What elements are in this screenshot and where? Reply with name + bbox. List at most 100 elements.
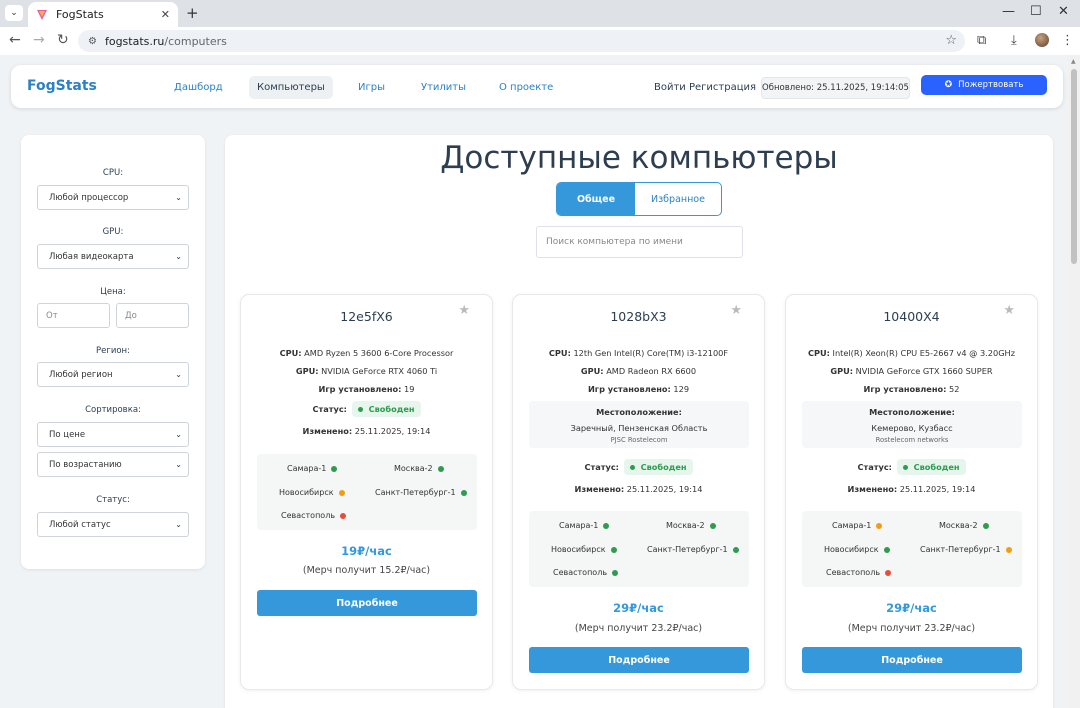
server-name: Санкт-Петербург-1 <box>647 545 728 554</box>
nav-dashboard[interactable]: Дашборд <box>166 76 231 99</box>
server-item: Санкт-Петербург-1 <box>647 545 739 554</box>
location-value: Заречный, Пензенская Область <box>570 423 708 433</box>
region-select[interactable]: Любой регион ⌄ <box>37 362 189 387</box>
forward-icon[interactable]: → <box>33 32 45 48</box>
page-viewport: FogStats Дашборд Компьютеры Игры Утилиты… <box>0 55 1068 708</box>
scrollbar-thumb[interactable] <box>1071 69 1077 264</box>
status-value: Свободен <box>913 462 960 472</box>
tab-search-icon[interactable]: ⌄ <box>5 5 23 21</box>
maximize-icon[interactable]: ☐ <box>1030 4 1042 19</box>
server-name: Москва-2 <box>394 464 433 473</box>
server-name: Санкт-Петербург-1 <box>375 488 456 497</box>
status-line: Статус: Свободен <box>786 459 1037 475</box>
price-from-input[interactable]: От <box>37 303 110 328</box>
status-label: Статус: <box>312 404 347 414</box>
chevron-down-icon: ⌄ <box>175 252 182 261</box>
server-name: Санкт-Петербург-1 <box>920 545 1001 554</box>
gpu-value: NVIDIA GeForce GTX 1660 SUPER <box>855 366 993 376</box>
window-close-icon[interactable]: ✕ <box>1058 4 1069 19</box>
price-to-input[interactable]: До <box>116 303 189 328</box>
sort-by-select[interactable]: По цене ⌄ <box>37 422 189 447</box>
details-button[interactable]: Подробнее <box>529 647 749 673</box>
gpu-label: GPU: <box>295 366 319 376</box>
status-dot-icon <box>902 465 908 470</box>
server-item: Самара-1 <box>559 521 610 530</box>
page-scrollbar[interactable]: ▲ <box>1068 55 1080 708</box>
gpu-line: GPU: AMD Radeon RX 6600 <box>513 366 764 376</box>
region-select-value: Любой регион <box>49 369 113 380</box>
gpu-line: GPU: NVIDIA GeForce RTX 4060 Ti <box>241 366 492 376</box>
nav-about[interactable]: О проекте <box>491 76 561 99</box>
computer-card: ★ 12e5fX6 CPU: AMD Ryzen 5 3600 6-Core P… <box>240 294 493 690</box>
gpu-label: GPU: <box>830 366 854 376</box>
status-line: Статус: Свободен <box>241 401 492 417</box>
cpu-label: CPU: <box>548 348 571 358</box>
nav-utilities[interactable]: Утилиты <box>413 76 474 99</box>
nav-computers[interactable]: Компьютеры <box>249 76 333 99</box>
server-name: Севастополь <box>826 568 881 577</box>
status-value: Свободен <box>640 462 687 472</box>
download-icon[interactable]: ⤓ <box>1011 33 1017 48</box>
server-item: Самара-1 <box>287 464 338 473</box>
extensions-icon[interactable]: ⧉ <box>977 33 986 48</box>
address-bar[interactable]: ⚙ fogstats.ru/computers ☆ <box>78 30 965 52</box>
details-button[interactable]: Подробнее <box>802 647 1022 673</box>
gpu-filter-label: GPU: <box>102 227 124 237</box>
location-isp: PJSC Rostelecom <box>610 436 668 444</box>
tab-close-icon[interactable]: ✕ <box>161 8 170 21</box>
server-status-dot-icon <box>709 522 716 529</box>
sort-order-select[interactable]: По возрастанию ⌄ <box>37 452 189 477</box>
server-item: Новосибирск <box>279 488 345 497</box>
site-logo[interactable]: FogStats <box>27 78 97 94</box>
computer-name: 12e5fX6 <box>340 309 393 324</box>
chevron-down-icon: ⌄ <box>175 193 182 202</box>
location-value: Кемерово, Кузбасс <box>871 423 953 433</box>
gpu-value: AMD Radeon RX 6600 <box>606 366 697 376</box>
changed-label: Изменено: <box>302 426 353 436</box>
tab-title: FogStats <box>56 8 104 21</box>
register-link[interactable]: Регистрация <box>689 82 756 93</box>
login-link[interactable]: Войти <box>654 82 686 93</box>
server-status-dot-icon <box>876 522 883 529</box>
server-name: Самара-1 <box>559 521 599 530</box>
status-badge: Свободен <box>351 401 421 417</box>
games-label: Игр установлено: <box>587 384 671 394</box>
profile-avatar[interactable] <box>1035 33 1049 47</box>
merch-share: (Мерч получит 23.2₽/час) <box>574 623 703 634</box>
filters-sidebar: CPU: Любой процессор ⌄ GPU: Любая видеока… <box>21 135 205 569</box>
browser-tab[interactable]: FogStats ✕ <box>28 2 178 27</box>
server-status-list: Самара-1 Москва-2 Новосибирск Санкт-Пете… <box>802 511 1022 587</box>
minimize-icon[interactable]: — <box>1002 4 1015 19</box>
gpu-select[interactable]: Любая видеокарта ⌄ <box>37 244 189 269</box>
status-line: Статус: Свободен <box>513 459 764 475</box>
tab-favorites[interactable]: Избранное <box>635 183 721 215</box>
scroll-up-icon[interactable]: ▲ <box>1071 58 1076 65</box>
computer-search-input[interactable]: Поиск компьютера по имени <box>536 226 743 258</box>
site-info-icon[interactable]: ⚙ <box>88 36 97 47</box>
url-path: /computers <box>164 34 227 48</box>
merch-share: (Мерч получит 15.2₽/час) <box>302 565 431 576</box>
server-item: Новосибирск <box>551 545 617 554</box>
price: 29₽/час <box>886 601 937 615</box>
cpu-label: CPU: <box>807 348 830 358</box>
server-status-dot-icon <box>610 546 617 553</box>
status-select-value: Любой статус <box>49 519 111 530</box>
computer-name: 10400X4 <box>883 309 940 324</box>
computer-card: ★ 10400X4 CPU: Intel(R) Xeon(R) CPU E5-2… <box>785 294 1038 690</box>
bookmark-star-icon[interactable]: ☆ <box>945 33 957 48</box>
server-name: Новосибирск <box>824 545 879 554</box>
changed-label: Изменено: <box>847 484 898 494</box>
status-select[interactable]: Любой статус ⌄ <box>37 512 189 537</box>
details-button[interactable]: Подробнее <box>257 590 477 616</box>
changed-value: 25.11.2025, 19:14 <box>899 484 976 494</box>
cpu-select[interactable]: Любой процессор ⌄ <box>37 185 189 210</box>
games-value: 19 <box>404 384 415 394</box>
tab-general[interactable]: Общее <box>557 183 635 215</box>
browser-menu-icon[interactable]: ⋮ <box>1061 33 1074 48</box>
nav-games[interactable]: Игры <box>350 76 393 99</box>
back-icon[interactable]: ← <box>9 32 21 48</box>
server-status-dot-icon <box>885 569 892 576</box>
donate-button[interactable]: ✪ Пожертвовать <box>921 75 1047 95</box>
new-tab-icon[interactable]: + <box>186 4 199 22</box>
reload-icon[interactable]: ↻ <box>57 32 69 48</box>
